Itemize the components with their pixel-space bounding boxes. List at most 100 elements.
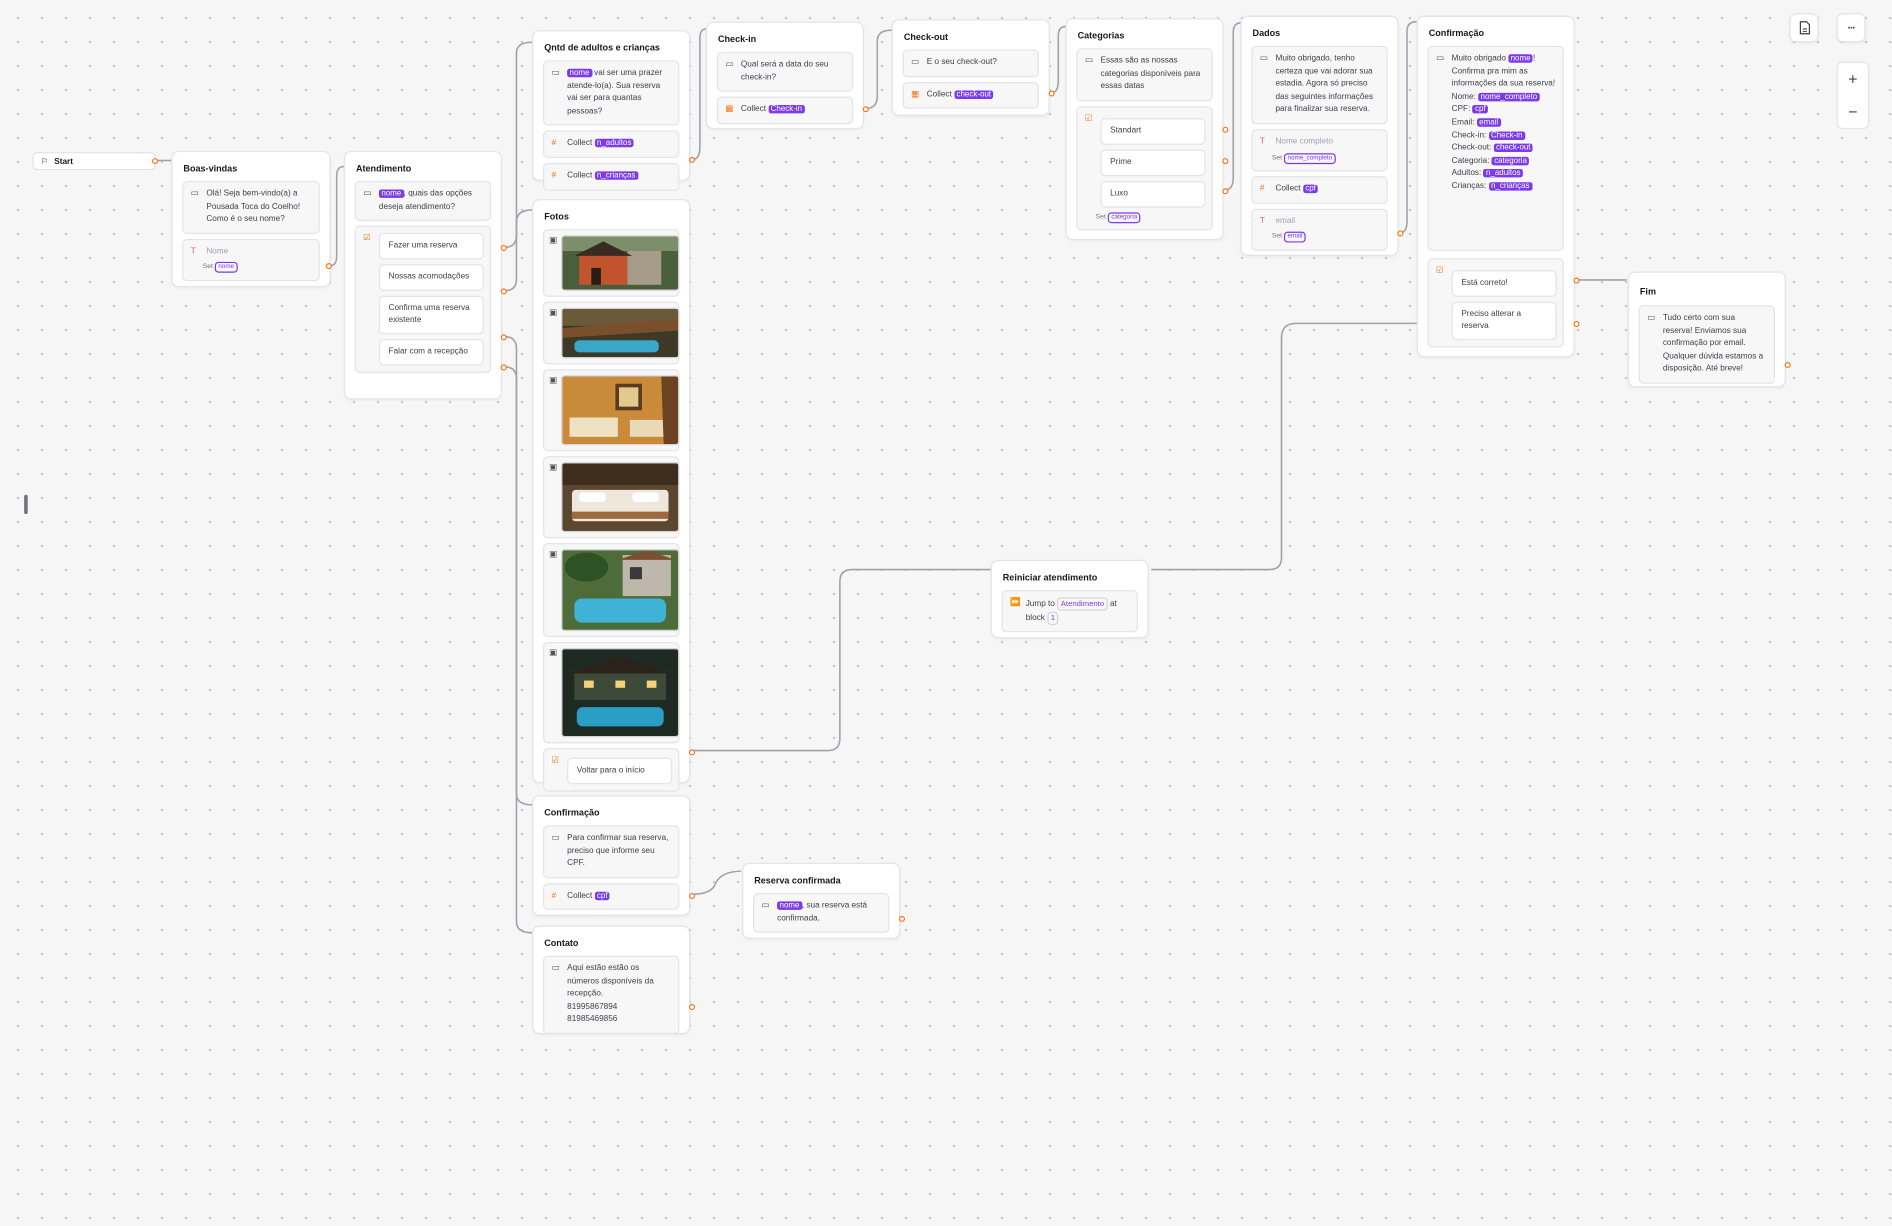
zoom-out-button[interactable]: − <box>1838 95 1868 128</box>
variable-chip: Check-in <box>768 105 805 114</box>
output-port[interactable] <box>500 364 507 371</box>
output-port[interactable] <box>1048 90 1055 97</box>
sidebar-drag-handle[interactable] <box>24 494 28 515</box>
text-bubble-block[interactable]: ▭ Para confirmar sua reserva, preciso qu… <box>543 825 680 879</box>
output-port[interactable] <box>862 106 869 113</box>
option-luxo[interactable]: Luxo <box>1100 180 1206 208</box>
image-block[interactable]: ▣ <box>543 301 680 365</box>
group-checkout[interactable]: Check-out ▭ E o seu check-out? ▦ Collect… <box>891 19 1055 116</box>
output-port[interactable] <box>1784 362 1791 369</box>
date-input-block[interactable]: ▦ Collect check-out <box>902 81 1039 109</box>
start-port[interactable] <box>152 158 159 165</box>
group-reservation-confirmed[interactable]: Reserva confirmada ▭ nome, sua reserva e… <box>742 862 906 939</box>
buttons-block[interactable]: ☑ Voltar para o início <box>543 748 680 792</box>
text-bubble-block[interactable]: ▭ Aqui estão estão os números disponívei… <box>543 955 680 1035</box>
edge-accom-photos <box>504 209 533 292</box>
collect-label: Collect <box>926 90 952 99</box>
output-port[interactable] <box>689 892 696 899</box>
option-make-reservation[interactable]: Fazer uma reserva <box>378 233 484 260</box>
text-bubble-block[interactable]: ▭ Olá! Seja bem-vindo(a) a Pousada Toca … <box>182 181 320 234</box>
email-input-block[interactable]: Temail Set email <box>1251 208 1388 251</box>
output-port[interactable] <box>1573 320 1580 328</box>
group-title: Confirmação <box>1428 27 1485 39</box>
output-port[interactable] <box>1222 126 1229 133</box>
output-port[interactable] <box>689 749 696 756</box>
number-input-block[interactable]: # Collect cpf <box>1251 176 1388 204</box>
hash-icon: # <box>551 171 557 180</box>
output-port[interactable] <box>1397 230 1404 237</box>
buttons-block[interactable]: ☑ Está correto! Preciso alterar a reserv… <box>1427 258 1564 348</box>
group-confirmation[interactable]: Confirmação ▭ Muito obrigado nome! Confi… <box>1416 15 1580 358</box>
jump-label: Jump to <box>1025 599 1055 609</box>
group-confirm-existing[interactable]: Confirmação ▭ Para confirmar sua reserva… <box>532 795 696 916</box>
output-port[interactable] <box>1222 158 1229 165</box>
option-prime[interactable]: Prime <box>1100 149 1206 176</box>
start-node[interactable]: ⚐ Start <box>32 152 156 171</box>
image-block[interactable]: ▣ <box>543 369 680 452</box>
option-confirm-reservation[interactable]: Confirma uma reserva existente <box>378 295 484 335</box>
jump-icon: ⏩ <box>1010 598 1021 607</box>
text-bubble-block[interactable]: ▭ Tudo certo com sua reserva! Enviamos s… <box>1638 305 1776 384</box>
option-correct[interactable]: Está correto! <box>1451 270 1557 297</box>
group-contact[interactable]: Contato ▭ Aqui estão estão os números di… <box>532 925 696 1035</box>
summary-row: Email: email <box>1452 117 1556 130</box>
output-port[interactable] <box>898 915 906 922</box>
back-to-start-button[interactable]: Voltar para o início <box>567 757 673 785</box>
more-options-button[interactable]: ··· <box>1836 13 1866 43</box>
image-block[interactable]: ▣ <box>543 641 680 744</box>
text-input-block[interactable]: T Nome Set nome <box>182 238 320 282</box>
output-port[interactable] <box>500 288 507 295</box>
edge-cpf-confirmed <box>692 870 741 895</box>
jump-block[interactable]: ⏩ Jump to Atendimento at block 1 <box>1001 590 1138 633</box>
date-input-block[interactable]: ▦ Collect Check-in <box>716 96 854 125</box>
text-input-block[interactable]: T Nome completo Set nome_completo <box>1251 129 1388 172</box>
group-data[interactable]: Dados ▭ Muito obrigado, tenho certeza qu… <box>1240 15 1404 256</box>
text-bubble-block[interactable]: ▭ Essas são as nossas categorias disponí… <box>1076 48 1213 102</box>
option-alter-reservation[interactable]: Preciso alterar a reserva <box>1451 301 1557 341</box>
group-checkin[interactable]: Check-in ▭ Qual será a data do seu check… <box>705 21 869 130</box>
text-bubble-block[interactable]: ▭ Muito obrigado, tenho certeza que vai … <box>1251 45 1388 125</box>
output-port[interactable] <box>689 156 696 163</box>
number-input-block[interactable]: # Collect n_adultos <box>543 130 680 159</box>
option-standart[interactable]: Standart <box>1100 117 1206 145</box>
text-bubble-block[interactable]: ▭ Qual será a data do seu check-in? <box>716 51 854 92</box>
buttons-block[interactable]: ☑ Fazer uma reserva Nossas acomodações C… <box>354 225 492 374</box>
group-welcome[interactable]: Boas-vindas ▭ Olá! Seja bem-vindo(a) a P… <box>171 150 332 288</box>
buttons-block[interactable]: ☑ Standart Prime Luxo Set categoria <box>1076 105 1213 231</box>
group-service[interactable]: Atendimento ▭ nome, quais das opções des… <box>343 150 507 400</box>
variable-chip: cpf <box>1302 184 1319 194</box>
edge-reception-contact <box>504 366 533 934</box>
text-bubble-block[interactable]: ▭ E o seu check-out? <box>902 49 1039 77</box>
variable-chip: check-out <box>954 90 994 99</box>
output-port[interactable] <box>500 244 507 251</box>
text-bubble-block[interactable]: ▭ Muito obrigado nome! Confirma pra mim … <box>1427 45 1564 251</box>
image-block[interactable]: ▣ <box>543 229 680 297</box>
variable-chip: email <box>1476 118 1501 127</box>
text-bubble-block[interactable]: ▭ nome vai ser uma prazer atende-lo(a). … <box>543 60 680 126</box>
output-port[interactable] <box>1573 277 1580 284</box>
image-block[interactable]: ▣ <box>543 456 680 539</box>
zoom-in-button[interactable]: + <box>1838 63 1868 96</box>
image-block[interactable]: ▣ <box>543 543 680 638</box>
hash-icon: # <box>551 891 557 900</box>
export-button[interactable] <box>1789 13 1819 43</box>
output-port[interactable] <box>689 1003 696 1011</box>
group-restart[interactable]: Reiniciar atendimento ⏩ Jump to Atendime… <box>990 559 1149 639</box>
group-photos[interactable]: Fotos ▣ ▣ ▣ ▣ ▣ ▣ ☑ Voltar para o início <box>532 199 696 792</box>
text-bubble-block[interactable]: ▭ nome, sua reserva está confirmada. <box>752 892 890 934</box>
output-port[interactable] <box>325 263 332 270</box>
edge-confirm-existing <box>504 335 533 806</box>
option-talk-reception[interactable]: Falar com a recepção <box>378 339 484 366</box>
output-port[interactable] <box>500 334 507 341</box>
number-input-block[interactable]: # Collect cpf <box>543 883 680 911</box>
group-end[interactable]: Fim ▭ Tudo certo com sua reserva! Enviam… <box>1627 271 1791 388</box>
number-input-block[interactable]: # Collect n_crianças <box>543 162 680 191</box>
group-categories[interactable]: Categorias ▭ Essas são as nossas categor… <box>1065 18 1229 241</box>
group-guests[interactable]: Qntd de adultos e crianças ▭ nome vai se… <box>532 30 696 191</box>
chat-bubble-icon: ▭ <box>190 189 199 198</box>
edge-back-restart <box>692 568 991 752</box>
row-label: Nome: <box>1451 92 1476 102</box>
output-port[interactable] <box>1222 188 1229 195</box>
text-bubble-block[interactable]: ▭ nome, quais das opções deseja atendime… <box>354 181 492 222</box>
option-accommodations[interactable]: Nossas acomodações <box>378 264 484 292</box>
